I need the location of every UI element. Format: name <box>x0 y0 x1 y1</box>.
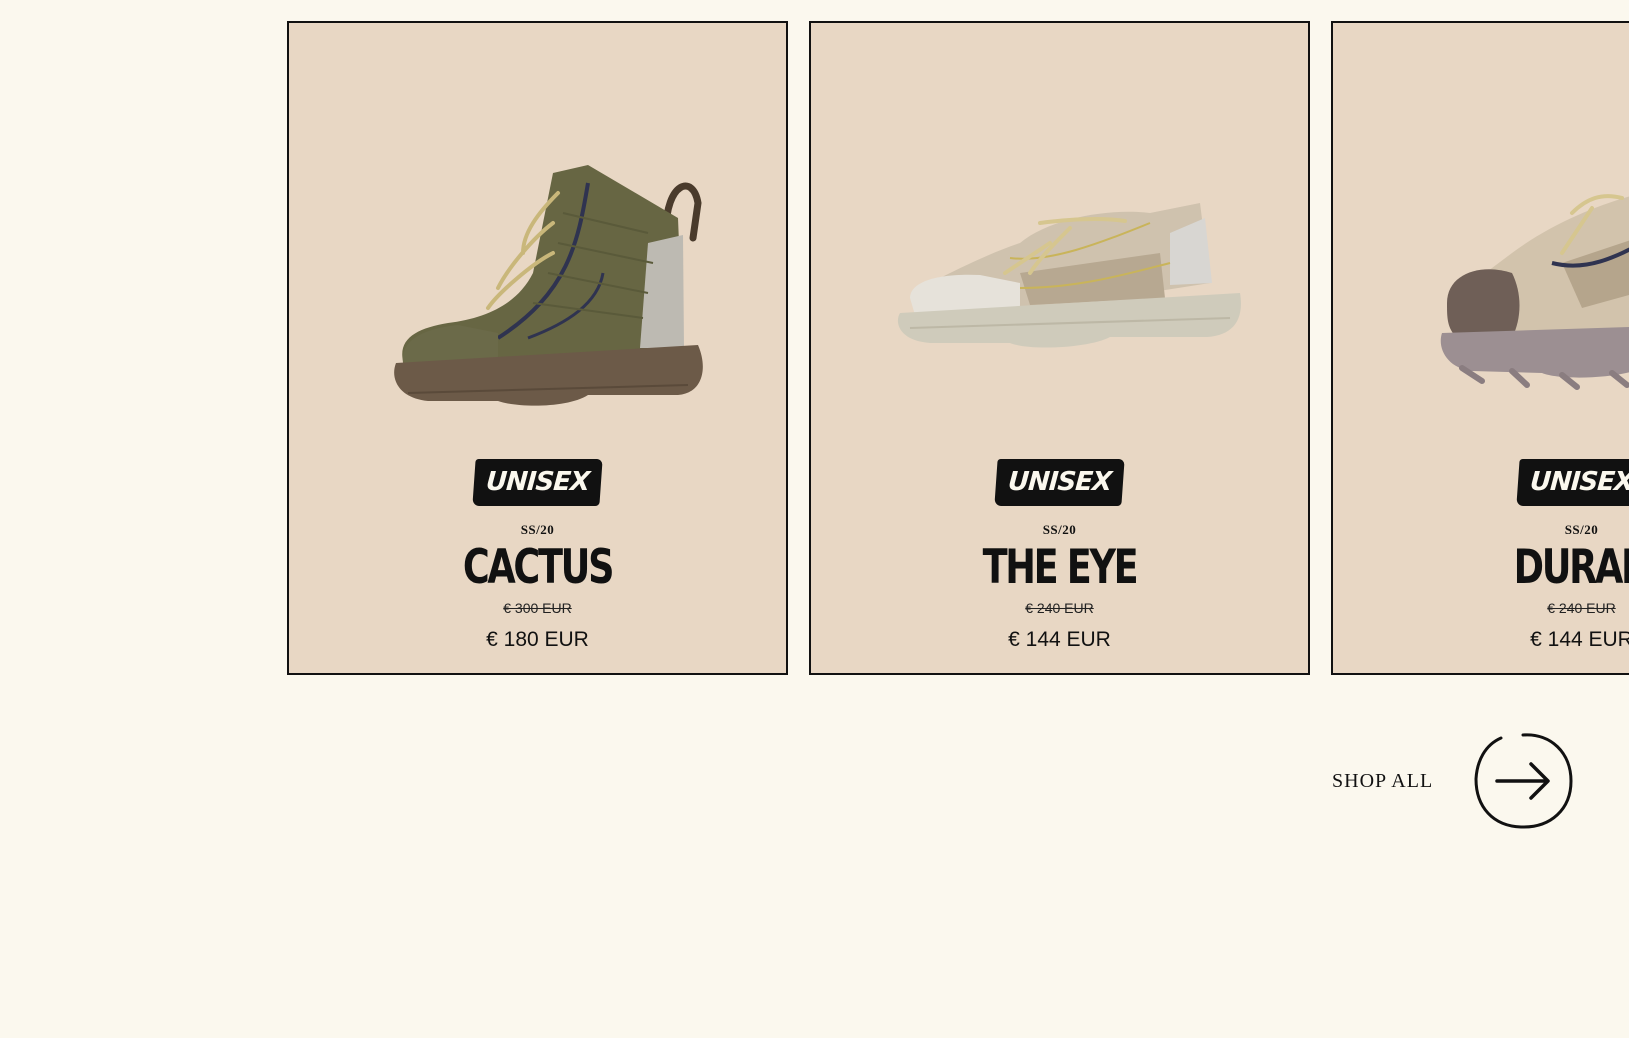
unisex-badge: UNISEX <box>1516 459 1629 506</box>
original-price: € 240 EUR <box>1547 600 1616 616</box>
original-price: € 240 EUR <box>1025 600 1094 616</box>
unisex-badge: UNISEX <box>994 459 1125 506</box>
product-card-duran[interactable]: UNISEX SS/20 DURAN € 240 EUR € 144 EUR <box>1331 21 1629 675</box>
sale-price: € 144 EUR <box>1008 628 1111 651</box>
product-image-the-eye <box>897 203 1241 348</box>
product-name[interactable]: CACTUS <box>344 542 732 594</box>
season-label: SS/20 <box>1564 522 1599 537</box>
season-label: SS/20 <box>1042 522 1077 537</box>
shop-all-link[interactable]: SHOP ALL <box>1332 731 1575 831</box>
unisex-badge: UNISEX <box>472 459 603 506</box>
product-carousel[interactable]: UNISEX SS/20 CACTUS € 300 EUR € 180 EUR <box>287 21 1629 675</box>
sale-price: € 180 EUR <box>486 628 589 651</box>
product-carousel-section: UNISEX SS/20 CACTUS € 300 EUR € 180 EUR <box>0 0 1629 1038</box>
product-card-the-eye[interactable]: UNISEX SS/20 THE EYE € 240 EUR € 144 EUR <box>809 21 1310 675</box>
shop-all-label[interactable]: SHOP ALL <box>1332 770 1433 793</box>
product-name[interactable]: DURAN <box>1388 542 1629 594</box>
arrow-right-icon[interactable] <box>1471 731 1575 831</box>
sale-price: € 144 EUR <box>1530 628 1629 651</box>
product-card-cactus[interactable]: UNISEX SS/20 CACTUS € 300 EUR € 180 EUR <box>287 21 788 675</box>
product-image-cactus <box>393 165 703 406</box>
original-price: € 300 EUR <box>503 600 572 616</box>
product-image-duran <box>1440 194 1629 390</box>
product-name[interactable]: THE EYE <box>866 542 1254 594</box>
season-label: SS/20 <box>520 522 555 537</box>
